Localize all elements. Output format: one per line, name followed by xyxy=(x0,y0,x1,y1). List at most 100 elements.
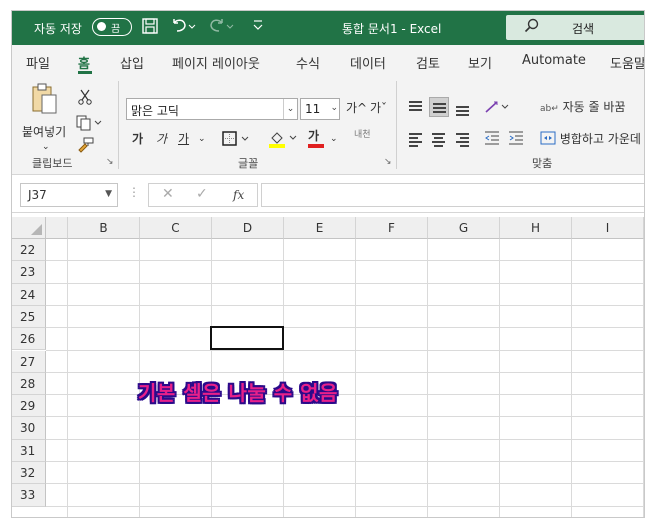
align-top-icon[interactable] xyxy=(406,97,426,117)
undo-icon[interactable] xyxy=(170,17,196,40)
active-tab-indicator xyxy=(78,71,92,74)
paste-dropdown-icon[interactable]: ⌄ xyxy=(42,139,50,155)
tab-automate[interactable]: Automate xyxy=(522,53,586,68)
select-all-button[interactable] xyxy=(12,217,46,239)
align-left-icon[interactable] xyxy=(406,129,426,149)
autosave-toggle[interactable]: 끔 xyxy=(92,18,132,36)
tab-data[interactable]: 데이터 xyxy=(350,53,386,72)
align-center-icon[interactable] xyxy=(429,129,449,149)
worksheet-grid[interactable]: B C D E F G H I 22 23 24 25 26 27 28 29 30 31 32 33 기본 셀은 나눌… xyxy=(12,217,644,517)
tab-page-layout[interactable]: 페이지 레이아웃 xyxy=(172,53,260,72)
font-launcher-icon[interactable]: ↘ xyxy=(384,157,392,167)
row-header-30[interactable]: 30 xyxy=(12,417,46,440)
gridline-horizontal xyxy=(46,327,644,329)
align-right-icon[interactable] xyxy=(453,129,473,149)
row-header-25[interactable]: 25 xyxy=(12,305,46,329)
annotation-text: 기본 셀은 나눌 수 없음 xyxy=(138,381,338,405)
orientation-icon[interactable] xyxy=(484,99,512,119)
selected-cell-outline[interactable] xyxy=(210,326,284,351)
row-header-26[interactable]: 26 xyxy=(12,328,46,351)
gridline-horizontal xyxy=(46,438,644,440)
wrap-text-label: 자동 줄 바꿈 xyxy=(562,100,626,114)
column-header-e[interactable]: E xyxy=(284,217,356,239)
chevron-down-icon[interactable]: ⌄ xyxy=(283,99,297,119)
increase-font-size-button[interactable]: 가^ xyxy=(346,100,367,116)
tab-help[interactable]: 도움말 xyxy=(610,53,644,72)
group-separator xyxy=(396,81,397,169)
align-middle-icon[interactable] xyxy=(429,97,449,117)
redo-icon[interactable] xyxy=(208,17,234,40)
font-size-value: 11 xyxy=(305,102,321,116)
enter-icon[interactable]: ✓ xyxy=(196,186,208,202)
wrap-text-button[interactable]: ab↵ 자동 줄 바꿈 xyxy=(540,99,625,117)
fill-color-icon[interactable] xyxy=(268,129,300,153)
window-title: 통합 문서1 - Excel xyxy=(342,22,442,36)
gridline-horizontal xyxy=(46,282,644,284)
formula-bar: J37 ▼ ⋮ ✕ ✓ fx xyxy=(12,175,644,213)
name-box[interactable]: J37 ▼ xyxy=(20,183,118,207)
column-header-g[interactable]: G xyxy=(428,217,500,239)
toggle-state: 끔 xyxy=(111,24,121,35)
column-header-f[interactable]: F xyxy=(356,217,428,239)
save-icon[interactable] xyxy=(141,17,159,40)
row-header-23[interactable]: 23 xyxy=(12,261,46,284)
row-header-28[interactable]: 28 xyxy=(12,372,46,396)
cut-icon[interactable] xyxy=(78,89,92,109)
font-color-glyph: 가 xyxy=(308,129,320,143)
column-header-partial[interactable] xyxy=(46,217,68,239)
tab-file[interactable]: 파일 xyxy=(26,53,50,72)
tab-formulas[interactable]: 수식 xyxy=(296,53,320,72)
format-painter-icon[interactable] xyxy=(78,137,94,157)
paste-button[interactable]: 붙여넣기 xyxy=(22,124,66,140)
row-header-22[interactable]: 22 xyxy=(12,239,46,262)
phonetic-guide-button[interactable]: 내천 xyxy=(354,127,371,143)
row-header-24[interactable]: 24 xyxy=(12,283,46,306)
row-header-32[interactable]: 32 xyxy=(12,462,46,485)
tab-view[interactable]: 보기 xyxy=(468,53,492,72)
increase-indent-icon[interactable] xyxy=(508,131,524,149)
merge-center-button[interactable]: 병합하고 가운데 맞춤 xyxy=(540,131,644,147)
chevron-down-icon[interactable]: ▼ xyxy=(105,189,112,199)
formula-input[interactable] xyxy=(261,183,644,207)
italic-button[interactable]: 가 xyxy=(156,131,167,147)
tab-home[interactable]: 홈 xyxy=(78,53,90,72)
tab-insert[interactable]: 삽입 xyxy=(120,53,144,72)
row-header-33[interactable]: 33 xyxy=(12,484,46,507)
insert-function-icon[interactable]: fx xyxy=(233,188,244,202)
column-header-h[interactable]: H xyxy=(500,217,572,239)
column-header-c[interactable]: C xyxy=(140,217,212,239)
row-header-27[interactable]: 27 xyxy=(12,350,46,373)
search-box[interactable]: 검색 xyxy=(506,15,644,40)
wrap-text-icon: ab↵ xyxy=(540,104,559,114)
clipboard-paste-icon[interactable] xyxy=(32,83,58,115)
decrease-font-size-button[interactable]: 가ˇ xyxy=(370,100,387,116)
copy-icon[interactable] xyxy=(76,115,104,135)
font-size-combobox[interactable]: 11 ⌄ xyxy=(300,98,340,120)
row-header-31[interactable]: 31 xyxy=(12,439,46,462)
customize-qat-icon[interactable] xyxy=(252,17,264,37)
gridline-horizontal xyxy=(46,416,644,418)
underline-dropdown-icon[interactable]: ⌄ xyxy=(198,131,206,147)
search-label: 검색 xyxy=(572,22,595,36)
clipboard-launcher-icon[interactable]: ↘ xyxy=(106,157,114,167)
underline-button[interactable]: 가 xyxy=(178,131,189,147)
formula-bar-splitter[interactable]: ⋮ xyxy=(128,185,140,199)
column-header-b[interactable]: B xyxy=(68,217,140,239)
border-icon[interactable] xyxy=(222,131,252,151)
tab-review[interactable]: 검토 xyxy=(416,53,440,72)
column-header-i[interactable]: I xyxy=(572,217,644,239)
bold-button[interactable]: 가 xyxy=(132,131,143,147)
align-bottom-icon[interactable] xyxy=(453,97,473,117)
chevron-down-icon[interactable]: ⌄ xyxy=(330,103,338,113)
gridline-horizontal xyxy=(46,304,644,306)
column-header-d[interactable]: D xyxy=(212,217,284,239)
cancel-icon[interactable]: ✕ xyxy=(162,186,174,202)
font-color-button[interactable]: 가 xyxy=(308,128,324,148)
font-name-combobox[interactable]: 맑은 고딕 ⌄ xyxy=(126,98,298,120)
font-color-dropdown-icon[interactable]: ⌄ xyxy=(330,131,338,147)
decrease-indent-icon[interactable] xyxy=(484,131,500,149)
gridline-vertical xyxy=(571,239,572,517)
autosave-label: 자동 저장 xyxy=(34,22,82,36)
row-header-29[interactable]: 29 xyxy=(12,395,46,418)
gridline-horizontal xyxy=(46,483,644,485)
